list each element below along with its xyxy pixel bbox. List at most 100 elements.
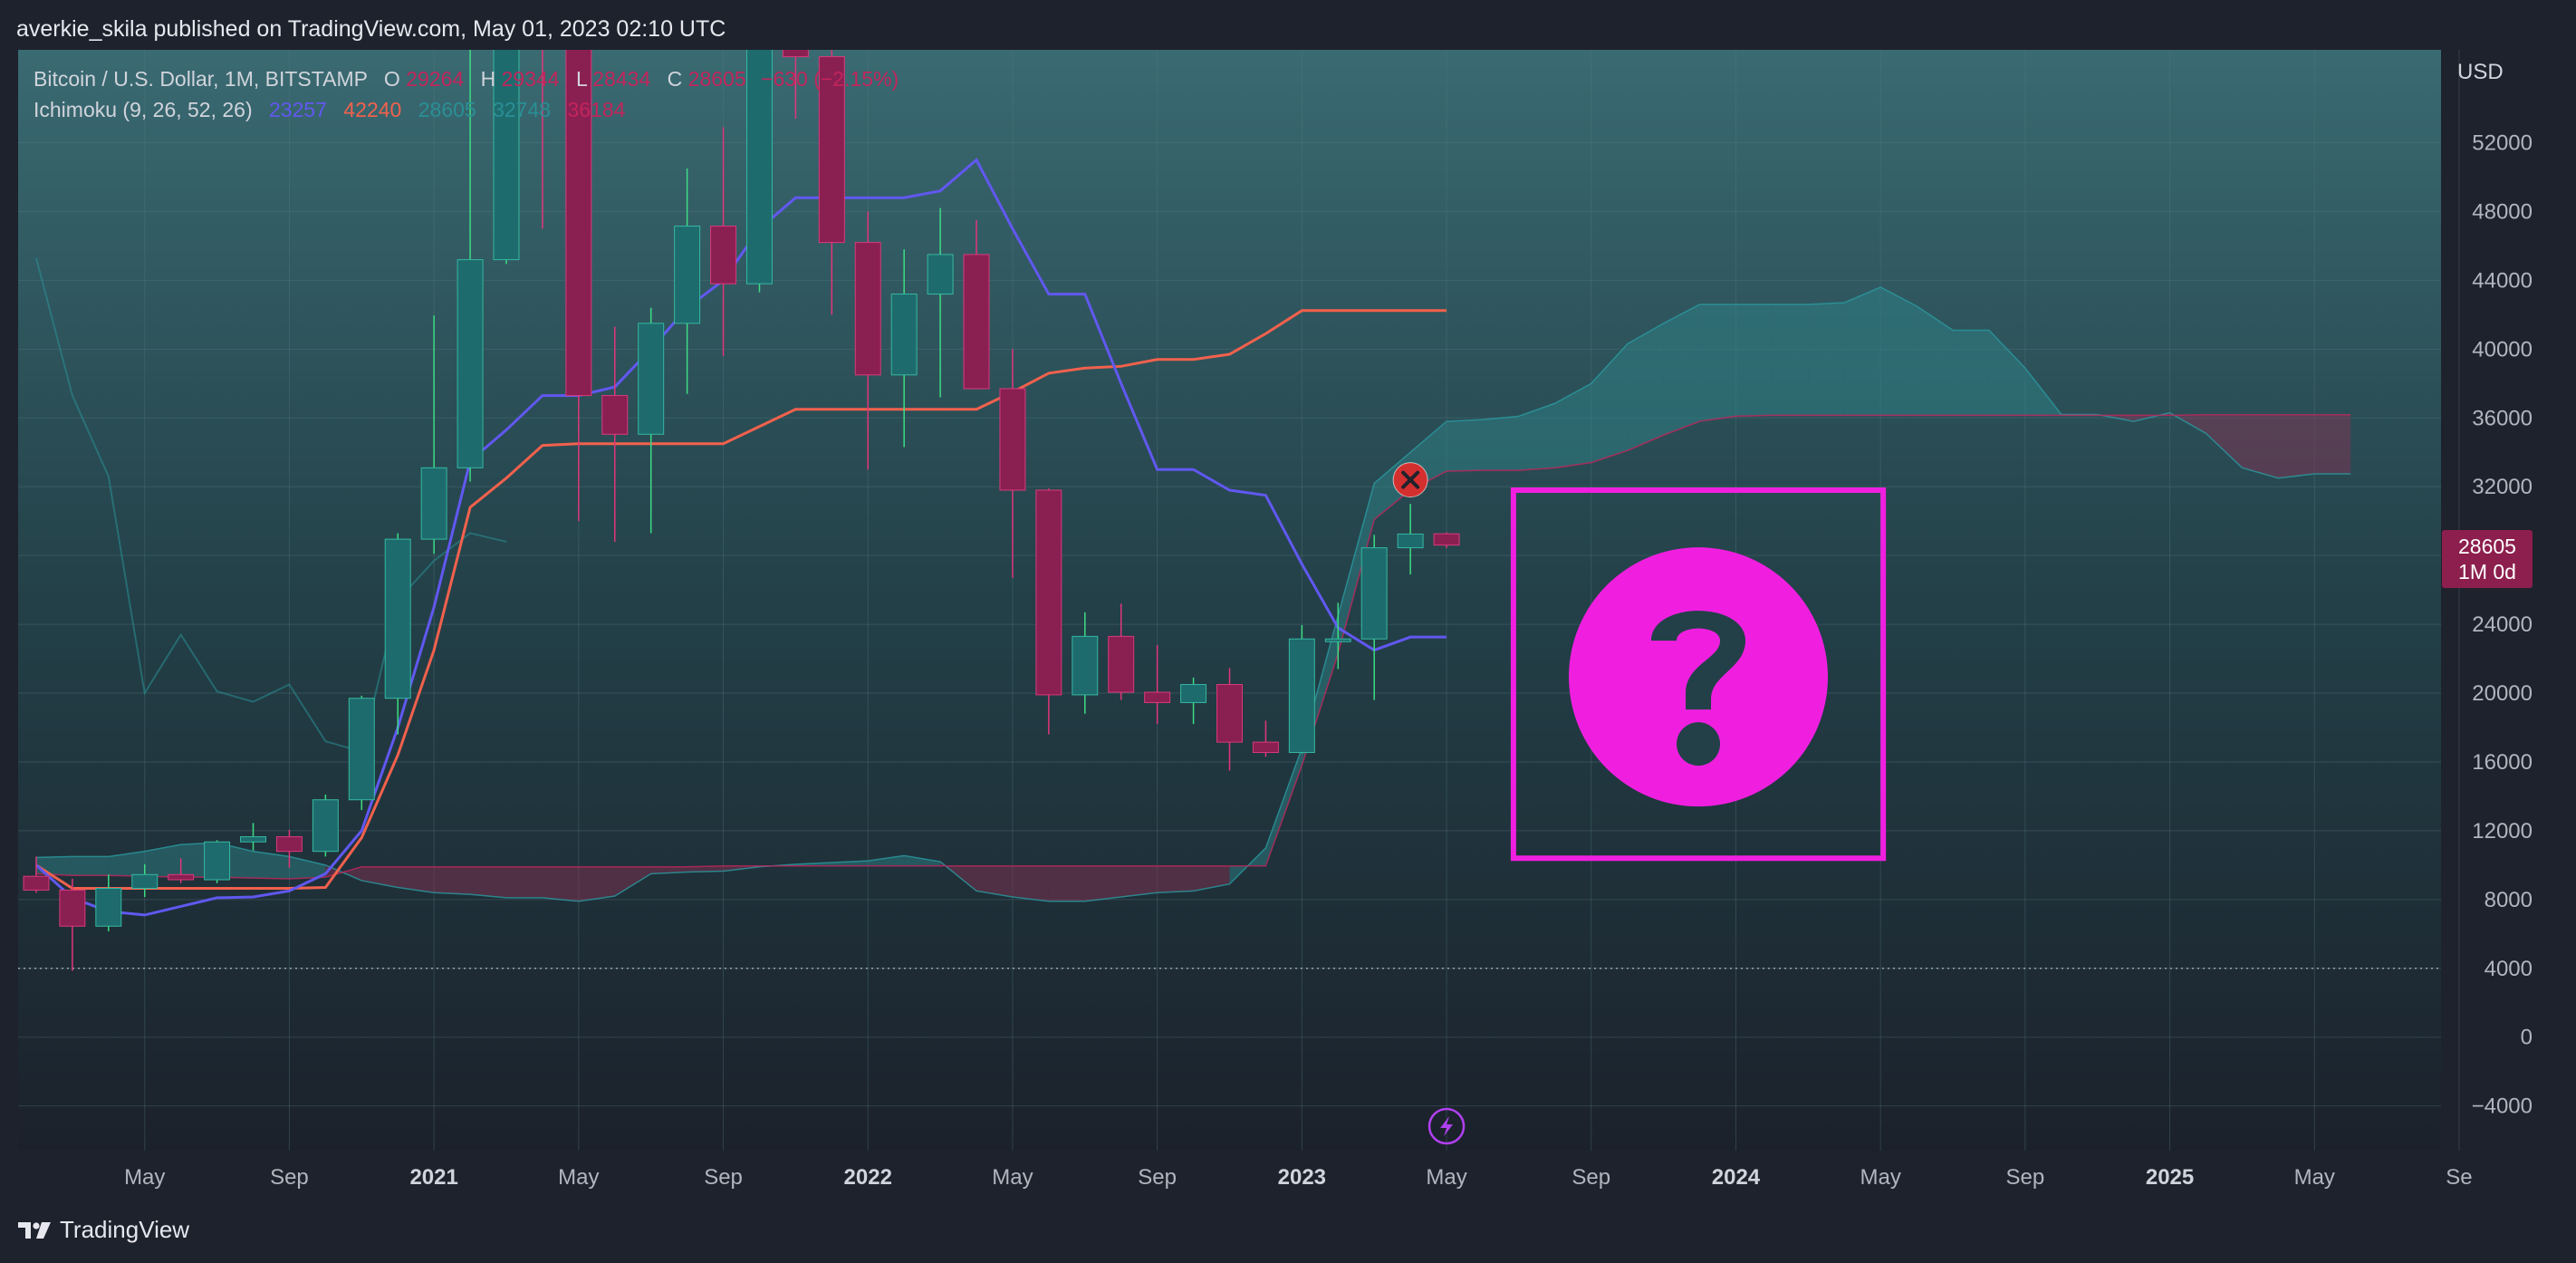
price-tick-label: 4000: [2485, 957, 2533, 981]
candle: [131, 873, 159, 889]
high-label: H: [481, 67, 496, 91]
time-tick-label: 2023: [1278, 1165, 1326, 1190]
brand-name[interactable]: TradingView: [60, 1216, 189, 1244]
cloud-segment: [2278, 414, 2315, 478]
candle: [638, 323, 665, 435]
price-tick-label: 36000: [2472, 406, 2533, 430]
candle: [312, 799, 339, 853]
low-value: 28434: [592, 67, 650, 91]
candle: [1216, 684, 1243, 743]
candle: [1180, 684, 1207, 703]
plot-background: [18, 50, 2441, 1151]
high-value: 29344: [502, 67, 560, 91]
base-value: 42240: [343, 98, 401, 121]
candle: [23, 875, 50, 891]
lagging-value: 28605: [418, 98, 476, 121]
cloud-segment: [1735, 304, 1773, 417]
candle: [601, 395, 629, 435]
cloud-segment: [542, 866, 579, 901]
price-tick-label: 0: [2521, 1026, 2533, 1050]
price-tick-label: 12000: [2472, 819, 2533, 844]
open-value: 29264: [406, 67, 464, 91]
candle: [59, 889, 86, 927]
price-tick-label: 24000: [2472, 612, 2533, 637]
candle: [1397, 533, 1424, 549]
open-label: O: [384, 67, 400, 91]
time-tick-label: May: [992, 1165, 1033, 1190]
cloud-segment: [1627, 323, 1664, 451]
price-tick-label: −4000: [2472, 1094, 2533, 1119]
candle: [204, 841, 231, 881]
cloud-segment: [2242, 414, 2279, 478]
cloud-segment: [1048, 865, 1085, 901]
cloud-segment: [1953, 330, 1989, 416]
candle: [240, 836, 266, 843]
candle: [963, 254, 990, 390]
price-tick-label: 32000: [2472, 475, 2533, 499]
ichimoku-legend: Ichimoku (9, 26, 52, 26) 23257 42240 286…: [34, 98, 626, 121]
candle: [854, 242, 881, 376]
cloud-segment: [1482, 416, 1519, 471]
time-tick-label: Se: [2446, 1165, 2472, 1190]
candle: [782, 0, 809, 58]
price-tick-label: 48000: [2472, 199, 2533, 224]
chart-area[interactable]: USD 520004800044000400003600032000280002…: [18, 0, 2558, 1200]
cloud-segment: [434, 866, 471, 895]
cloud-segment: [578, 866, 615, 901]
lead-a-value: 32748: [493, 98, 551, 121]
conversion-value: 23257: [269, 98, 327, 121]
question-dot: [1677, 722, 1721, 766]
candle: [1288, 638, 1315, 754]
price-tick-label: 20000: [2472, 681, 2533, 706]
cloud-segment: [1808, 303, 1845, 416]
candle: [384, 538, 411, 699]
price-tick-label: 16000: [2472, 750, 2533, 775]
candle: [710, 226, 737, 284]
cloud-segment: [1120, 865, 1158, 897]
candle: [927, 254, 954, 295]
candle: [1144, 691, 1171, 703]
price-chart[interactable]: USD 520004800044000400003600032000280002…: [18, 0, 2558, 1200]
candle: [275, 836, 303, 853]
time-tick-label: May: [1426, 1165, 1466, 1190]
time-tick-label: Sep: [1572, 1165, 1610, 1190]
cloud-segment: [1772, 304, 1809, 416]
change-value: −630 (−2.15%): [761, 67, 899, 91]
footer: TradingView: [16, 1216, 189, 1244]
cloud-segment: [35, 856, 72, 876]
time-tick-label: 2024: [1712, 1165, 1761, 1190]
price-tick-label: 8000: [2485, 888, 2533, 912]
time-axis-background: [18, 1151, 2441, 1200]
cloud-segment: [1012, 865, 1049, 901]
ohlc-legend: Bitcoin / U.S. Dollar, 1M, BITSTAMP O 29…: [34, 67, 899, 91]
cloud-segment: [1663, 304, 1700, 436]
candle: [168, 873, 195, 881]
last-price-value: 28605: [2458, 535, 2516, 558]
candle: [1072, 635, 1099, 696]
published-by-text: averkie_skila published on TradingView.c…: [16, 16, 726, 42]
indicator-name: Ichimoku (9, 26, 52, 26): [34, 98, 253, 121]
candle: [95, 887, 122, 927]
price-tick-label: 44000: [2472, 268, 2533, 293]
lead-b-value: 36184: [567, 98, 625, 121]
cloud-segment: [1880, 286, 1918, 416]
time-tick-label: May: [124, 1165, 165, 1190]
time-tick-label: 2022: [844, 1165, 892, 1190]
last-price-label: 28605 1M 0d: [2442, 530, 2533, 588]
cloud-segment: [1699, 304, 1736, 422]
time-tick-label: Sep: [270, 1165, 309, 1190]
question-mark-icon: [1569, 547, 1829, 807]
tradingview-logo-icon[interactable]: [16, 1219, 53, 1242]
candle: [348, 698, 375, 801]
candle: [1433, 533, 1460, 546]
close-value: 28605: [688, 67, 746, 91]
low-label: L: [576, 67, 588, 91]
time-tick-label: May: [2294, 1165, 2335, 1190]
time-tick-label: Sep: [1138, 1165, 1177, 1190]
time-tick-label: Sep: [2006, 1165, 2045, 1190]
price-tick-label: 40000: [2472, 337, 2533, 362]
cloud-segment: [1447, 419, 1483, 472]
cloud-segment: [1084, 865, 1121, 901]
cloud-segment: [505, 866, 543, 898]
candle: [999, 388, 1026, 491]
